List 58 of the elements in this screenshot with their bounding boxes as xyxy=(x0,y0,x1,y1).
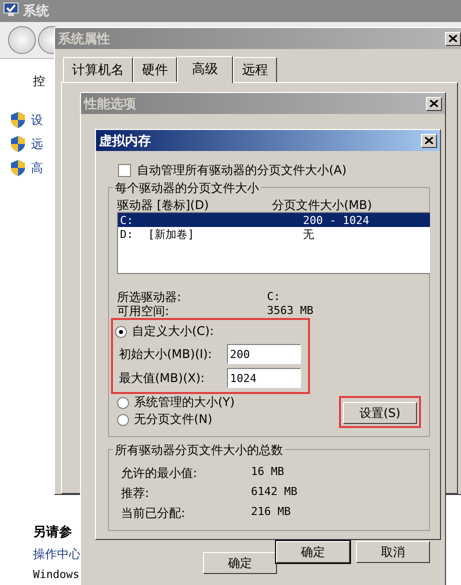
info-label: 可用空间: xyxy=(117,304,170,318)
close-button[interactable] xyxy=(421,134,437,148)
pane-link[interactable]: 远 xyxy=(31,136,43,152)
input-field[interactable]: 200 xyxy=(227,344,301,364)
see-also-link[interactable]: Windows xyxy=(33,568,81,581)
info-value: C: xyxy=(267,290,282,304)
radio-button[interactable] xyxy=(117,414,129,426)
radio-label: 自定义大小(C): xyxy=(132,323,214,340)
radio-button[interactable] xyxy=(115,326,127,338)
total-value: 6142 MB xyxy=(251,485,298,500)
field-label: 初始大小(MB)(I): xyxy=(119,346,213,362)
tab[interactable]: 计算机名 xyxy=(63,57,133,82)
tab[interactable]: 硬件 xyxy=(133,57,177,82)
pane-link[interactable]: 设 xyxy=(31,112,43,128)
close-icon xyxy=(449,35,457,42)
total-label: 推荐: xyxy=(121,485,150,502)
shield-icon xyxy=(11,136,25,152)
total-label: 允许的最小值: xyxy=(121,465,198,482)
total-value: 216 MB xyxy=(251,505,292,520)
group-title: 每个驱动器的分页文件大小 xyxy=(113,180,261,197)
tab[interactable]: 远程 xyxy=(233,57,277,82)
radio-button[interactable] xyxy=(117,396,129,408)
window-title: 系统 xyxy=(23,2,50,20)
close-button[interactable] xyxy=(426,96,442,110)
tab[interactable]: 高级 xyxy=(177,56,233,83)
radio-label: 无分页文件(N) xyxy=(134,411,212,428)
shield-icon xyxy=(11,160,25,176)
close-icon xyxy=(430,100,438,107)
pane-heading: 控 xyxy=(33,73,46,90)
close-button[interactable] xyxy=(445,32,461,46)
ok-button[interactable]: 确定 xyxy=(203,552,277,574)
shield-icon xyxy=(11,112,25,128)
group-title: 所有驱动器分页文件大小的总数 xyxy=(113,442,285,459)
back-button[interactable] xyxy=(8,26,36,54)
total-label: 当前已分配: xyxy=(121,505,186,522)
list-row[interactable]: D: [新加卷] 无 xyxy=(118,227,430,241)
window-title: 虚拟内存 xyxy=(99,132,152,150)
see-also-link[interactable]: 操作中心 xyxy=(33,546,81,563)
window-title: 性能选项 xyxy=(84,96,137,112)
section-heading: 另请参 xyxy=(33,524,73,541)
window-title: 系统属性 xyxy=(58,30,111,48)
checkbox[interactable] xyxy=(118,164,131,176)
pane-link[interactable]: 高 xyxy=(31,160,43,176)
info-label: 所选驱动器: xyxy=(117,290,182,304)
set-button[interactable]: 设置(S) xyxy=(343,402,417,424)
radio-label: 系统管理的大小(Y) xyxy=(134,394,235,411)
list-row[interactable]: C: 200 - 1024 xyxy=(118,213,430,227)
input-field[interactable]: 1024 xyxy=(227,368,301,388)
column-header: 分页文件大小(MB) xyxy=(272,197,373,214)
cancel-button[interactable]: 取消 xyxy=(356,541,430,563)
ok-button[interactable]: 确定 xyxy=(276,541,350,563)
close-icon xyxy=(425,137,433,144)
checkbox-label: 自动管理所有驱动器的分页文件大小(A) xyxy=(137,162,347,178)
field-label: 最大值(MB)(X): xyxy=(119,370,206,386)
info-value: 3563 MB xyxy=(267,304,314,318)
drive-list[interactable]: C: 200 - 1024 D: [新加卷] 无 xyxy=(117,212,430,274)
column-header: 驱动器 [卷标](D) xyxy=(117,197,210,214)
total-value: 16 MB xyxy=(251,465,286,480)
